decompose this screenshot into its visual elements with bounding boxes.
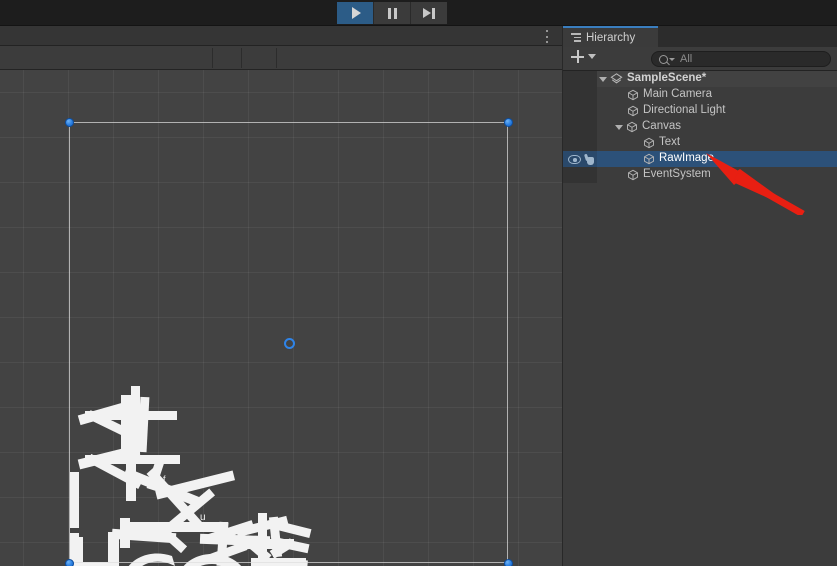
row-visibility-gutter [563, 103, 597, 119]
tab-hierarchy[interactable]: Hierarchy [563, 26, 658, 47]
hierarchy-row-label: Main Camera [643, 88, 713, 101]
selection-handle-bottom-left[interactable] [65, 559, 74, 566]
gameobject-cube-icon [628, 169, 638, 181]
selection-handle-top-right[interactable] [504, 118, 513, 127]
selection-handle-top-left[interactable] [65, 118, 74, 127]
scene-view-panel: Gizmos All [0, 26, 562, 566]
hierarchy-row-main-camera[interactable]: Main Camera [563, 87, 837, 103]
gameobject-cube-icon [627, 121, 637, 133]
hierarchy-row-directional-light[interactable]: Directional Light [563, 103, 837, 119]
gameobject-cube-icon [628, 89, 638, 101]
hierarchy-tab-label: Hierarchy [586, 31, 636, 44]
toolbar-separator [241, 48, 242, 68]
eye-icon[interactable] [568, 155, 581, 164]
chevron-down-icon [588, 54, 596, 59]
row-visibility-gutter [563, 119, 597, 135]
expand-arrow-icon[interactable] [615, 124, 623, 130]
unity-editor-window: Gizmos All [0, 0, 837, 566]
add-gameobject-button[interactable] [571, 50, 596, 63]
scene-viewport[interactable]: f u [0, 70, 562, 566]
play-icon [351, 7, 361, 19]
visibility-toggles [568, 154, 595, 165]
step-icon [423, 7, 435, 19]
hierarchy-row-canvas[interactable]: Canvas [563, 119, 837, 135]
hierarchy-row-rawimage[interactable]: RawImage [563, 151, 837, 167]
hierarchy-row-label: RawImage [659, 152, 714, 165]
hierarchy-row-samplescene[interactable]: SampleScene* [563, 71, 837, 87]
toolbar-separator [212, 48, 213, 68]
hierarchy-search-placeholder: All [680, 53, 693, 65]
play-button[interactable] [337, 2, 374, 24]
hierarchy-row-text[interactable]: Text [563, 135, 837, 151]
hierarchy-row-label: EventSystem [643, 168, 711, 181]
search-icon [659, 54, 668, 64]
row-visibility-gutter [563, 87, 597, 103]
selection-handle-bottom-right[interactable] [504, 559, 513, 566]
row-visibility-gutter [563, 167, 597, 183]
hierarchy-tab-strip: Hierarchy [563, 26, 837, 47]
search-filter-caret-icon [669, 57, 675, 61]
main-toolbar [0, 0, 837, 26]
hierarchy-panel: Hierarchy All SampleScene* Main Camera Dir… [563, 26, 837, 566]
hierarchy-row-label: Canvas [642, 120, 681, 133]
step-button[interactable] [411, 2, 447, 24]
gameobject-cube-icon [644, 153, 654, 165]
selection-pivot-handle[interactable] [284, 338, 295, 349]
pause-button[interactable] [374, 2, 411, 24]
row-visibility-gutter [563, 135, 597, 151]
hierarchy-search-input[interactable]: All [651, 51, 831, 67]
toolbar-separator [276, 48, 277, 68]
row-visibility-gutter [563, 71, 597, 87]
hierarchy-row-label: Directional Light [643, 104, 726, 117]
hierarchy-row-label: Text [659, 136, 681, 149]
gameobject-cube-icon [644, 137, 654, 149]
pause-icon [387, 7, 397, 19]
panel-menu-icon[interactable] [541, 30, 553, 43]
hierarchy-row-label: SampleScene* [627, 72, 707, 85]
play-controls-group [337, 2, 447, 24]
hierarchy-icon [571, 33, 581, 42]
scene-tab-strip [0, 26, 562, 46]
hierarchy-tree: SampleScene* Main Camera Directional Light… [563, 71, 837, 566]
scene-view-toolbar [0, 46, 562, 70]
gameobject-cube-icon [628, 105, 638, 117]
expand-arrow-icon[interactable] [599, 76, 607, 82]
scene-icon [610, 73, 623, 84]
hand-pick-icon[interactable] [585, 154, 595, 165]
hierarchy-toolbar: All [563, 47, 837, 71]
plus-icon [571, 50, 584, 63]
hierarchy-row-eventsystem[interactable]: EventSystem [563, 167, 837, 183]
